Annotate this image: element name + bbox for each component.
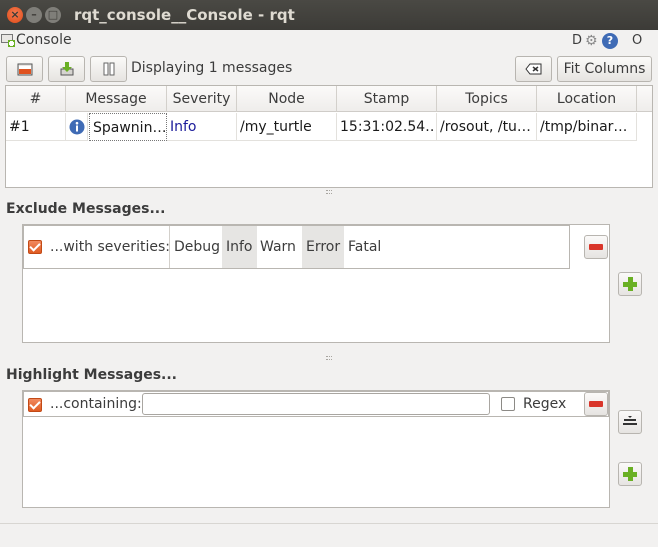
remove-exclude-filter-button[interactable] <box>584 235 608 259</box>
severity-error[interactable]: Error <box>302 226 345 268</box>
severity-list: Debug Info Warn Error Fatal <box>169 226 570 268</box>
remove-highlight-filter-button[interactable] <box>584 392 608 416</box>
maximize-window-button[interactable]: □ <box>45 7 61 23</box>
window-title: rqt_console__Console - rqt <box>74 6 295 24</box>
message-count-status: Displaying 1 messages <box>131 60 293 76</box>
window-titlebar: × – □ rqt_console__Console - rqt <box>0 0 658 30</box>
column-header-severity[interactable]: Severity <box>167 86 237 112</box>
plus-icon-3-vertical <box>628 467 633 481</box>
highlight-containing-label: ...containing: <box>50 396 142 412</box>
column-header-number[interactable]: # <box>6 86 66 112</box>
highlight-text-input[interactable] <box>142 393 490 415</box>
exclude-panel: ...with severities: Debug Info Warn Erro… <box>22 224 610 343</box>
exclude-severity-row: ...with severities: Debug Info Warn Erro… <box>23 225 570 269</box>
clear-icon <box>524 63 541 75</box>
filter-options-icon <box>623 416 637 425</box>
splitter-handle-2[interactable] <box>326 356 332 360</box>
folder-open-icon <box>17 63 32 76</box>
exclude-section-title: Exclude Messages... <box>6 201 166 217</box>
info-icon <box>66 113 88 141</box>
column-header-message[interactable]: Message <box>66 86 167 112</box>
highlight-filter-row: ...containing: Regex <box>23 391 609 417</box>
severity-fatal[interactable]: Fatal <box>344 226 385 268</box>
save-icon <box>60 62 73 76</box>
minimize-window-button[interactable]: – <box>26 7 42 23</box>
column-header-location[interactable]: Location <box>537 86 637 112</box>
gear-icon[interactable]: ⚙ <box>585 33 598 49</box>
close-window-button[interactable]: × <box>7 7 23 23</box>
dock-title: Console <box>16 32 72 48</box>
severity-debug[interactable]: Debug <box>170 226 224 268</box>
highlight-options-button[interactable] <box>618 410 642 434</box>
severity-info[interactable]: Info <box>222 226 257 268</box>
pause-icon <box>103 62 114 76</box>
cell-topics: /rosout, /tu… <box>437 113 537 141</box>
exclude-severity-label: ...with severities: <box>50 239 170 255</box>
regex-label: Regex <box>523 396 567 412</box>
message-table[interactable]: # Message Severity Node Stamp Topics Loc… <box>5 85 653 188</box>
fit-columns-button[interactable]: Fit Columns <box>557 56 652 82</box>
regex-checkbox[interactable] <box>501 397 515 411</box>
highlight-panel: ...containing: Regex <box>22 390 610 508</box>
add-highlight-filter-button[interactable] <box>618 462 642 486</box>
pause-button[interactable] <box>90 56 127 82</box>
minus-icon <box>589 244 603 250</box>
column-header-node[interactable]: Node <box>237 86 337 112</box>
plus-icon-vertical <box>628 277 633 291</box>
column-header-topics[interactable]: Topics <box>437 86 537 112</box>
highlight-section-title: Highlight Messages... <box>6 367 178 383</box>
bottom-separator <box>0 523 658 524</box>
minus-icon-2 <box>589 401 603 407</box>
clear-button[interactable] <box>515 56 552 82</box>
help-icon[interactable]: ? <box>602 33 618 49</box>
dock-close-button[interactable]: O <box>632 33 642 48</box>
exclude-severity-checkbox[interactable] <box>28 240 42 254</box>
dock-d-button[interactable]: D <box>572 33 582 48</box>
cell-severity: Info <box>167 113 237 141</box>
load-button[interactable] <box>6 56 43 82</box>
cell-node: /my_turtle <box>237 113 337 141</box>
column-header-stamp[interactable]: Stamp <box>337 86 437 112</box>
cell-message: Spawnin… <box>89 113 167 141</box>
table-header: # Message Severity Node Stamp Topics Loc… <box>6 86 652 112</box>
severity-warn[interactable]: Warn <box>256 226 300 268</box>
cell-number: #1 <box>6 113 66 141</box>
save-button[interactable] <box>48 56 85 82</box>
highlight-filter-checkbox[interactable] <box>28 398 42 412</box>
add-exclude-filter-button[interactable] <box>618 272 642 296</box>
console-dock-icon <box>1 34 15 47</box>
cell-stamp: 15:31:02.54… <box>337 113 437 141</box>
splitter-handle[interactable] <box>326 190 332 194</box>
cell-location: /tmp/binar… <box>537 113 637 141</box>
